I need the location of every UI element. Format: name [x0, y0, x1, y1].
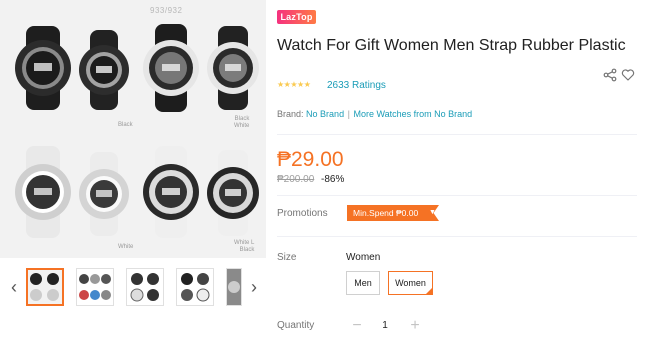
watch-image	[79, 152, 129, 236]
current-price: ₱29.00	[277, 148, 344, 171]
star-icon: ★	[290, 80, 298, 89]
chevron-left-icon[interactable]: ‹	[8, 276, 20, 298]
thumbnail-strip: ‹ ›	[0, 262, 266, 314]
watch-thumbnail-image	[227, 269, 241, 305]
rating-stars: ★★★★★	[277, 80, 311, 89]
quantity-increase-button[interactable]: +	[404, 315, 426, 337]
share-icon[interactable]	[603, 68, 617, 82]
size-option-men[interactable]: Men	[346, 271, 380, 295]
divider	[277, 236, 637, 237]
watch-thumbnail-image	[127, 269, 163, 305]
thumbnail[interactable]	[26, 268, 64, 306]
more-from-brand-link[interactable]: More Watches from No Brand	[353, 109, 472, 119]
caret-down-icon: ▼	[429, 209, 436, 216]
image-caption: White	[118, 244, 134, 250]
promotion-text: Min.Spend ₱0.00	[353, 208, 419, 218]
watch-image	[79, 30, 129, 110]
watch-thumbnail-image	[77, 269, 113, 305]
divider	[277, 195, 637, 196]
original-price: ₱200.00	[277, 174, 315, 185]
star-icon: ★	[297, 80, 304, 89]
star-icon: ★	[303, 80, 311, 89]
watch-image	[207, 150, 259, 236]
image-watermark: 933/932	[150, 6, 183, 15]
brand-line: Brand: No Brand | More Watches from No B…	[277, 109, 472, 119]
discount-percent: -86%	[321, 174, 345, 185]
thumbnail[interactable]	[76, 268, 114, 306]
quantity-value[interactable]: 1	[378, 320, 392, 331]
watch-image	[143, 146, 199, 238]
brand-separator: |	[347, 109, 350, 119]
laztop-badge: LazTop	[277, 10, 316, 24]
size-option-women[interactable]: Women	[388, 271, 433, 295]
divider	[277, 134, 637, 135]
heart-icon[interactable]	[621, 68, 635, 82]
thumbnail[interactable]	[126, 268, 164, 306]
watch-image	[143, 24, 199, 112]
promotions-label: Promotions	[277, 208, 328, 219]
ratings-link[interactable]: 2633 Ratings	[327, 80, 386, 91]
product-title: Watch For Gift Women Men Strap Rubber Pl…	[277, 37, 626, 54]
selected-size: Women	[346, 252, 381, 263]
promotion-tag[interactable]: Min.Spend ₱0.00 ▼	[347, 205, 439, 221]
image-caption: White L Black	[234, 240, 255, 253]
chevron-right-icon[interactable]: ›	[248, 276, 260, 298]
watch-thumbnail-image	[177, 269, 213, 305]
thumbnail[interactable]	[176, 268, 214, 306]
watch-image	[15, 26, 71, 110]
quantity-label: Quantity	[277, 320, 315, 331]
brand-name-link[interactable]: No Brand	[306, 109, 344, 119]
quantity-decrease-button[interactable]: −	[346, 315, 368, 337]
image-caption: Black	[118, 122, 133, 128]
image-caption: Black White	[234, 116, 250, 129]
brand-label: Brand:	[277, 109, 304, 119]
product-detail-panel: LazTop Watch For Gift Women Men Strap Ru…	[277, 0, 646, 350]
star-icon: ★	[277, 80, 284, 89]
watch-image	[207, 26, 259, 110]
watch-thumbnail-image	[28, 270, 62, 304]
thumbnail[interactable]	[226, 268, 242, 306]
watch-image	[15, 146, 71, 238]
size-label: Size	[277, 252, 297, 263]
product-main-image[interactable]: 933/932 Black Black White White White L …	[0, 0, 266, 258]
